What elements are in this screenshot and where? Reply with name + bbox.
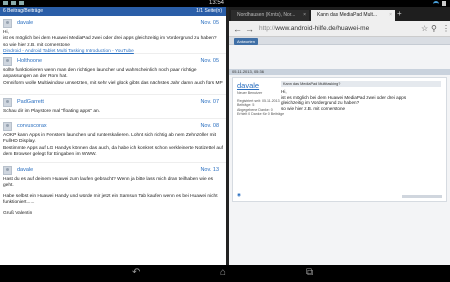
post-date: Nov. 08	[200, 123, 219, 129]
post-author[interactable]: PadGarrett	[17, 99, 44, 105]
forum-post[interactable]: Holthoone Nov. 05 sollte funktionieren w…	[0, 54, 226, 95]
post-count: 6 Beitrag/Beiträge	[3, 8, 44, 14]
post-actions[interactable]	[402, 195, 442, 198]
report-icon[interactable]: ◉	[237, 192, 241, 198]
forum-post[interactable]: corvuscorax Nov. 08 AOKP kann Apps in Fe…	[0, 119, 226, 163]
url-text: www.android-hilfe.de/huawei-me	[275, 25, 370, 32]
post-author[interactable]: Holthoone	[17, 58, 42, 64]
search-icon[interactable]: ⚲	[431, 23, 437, 35]
notification-icon	[11, 1, 16, 5]
post-date: Nov. 13	[200, 167, 219, 173]
avatar[interactable]	[3, 57, 12, 66]
post-date: Nov. 05	[200, 58, 219, 64]
recent-apps-icon[interactable]: ⧉	[306, 267, 313, 279]
post-date: Nov. 05	[200, 20, 219, 26]
post-line: sollte funktionieren wenn man den richti…	[3, 68, 197, 80]
post-date-strip: 05.11.2013, 05:36	[229, 69, 450, 75]
thread-header: 6 Beitrag/Beiträge 1/1 Seite(n)	[0, 7, 226, 16]
wifi-icon	[433, 1, 439, 6]
notification-icon	[3, 1, 8, 5]
tab-title: Kann das MediaPad Mult...	[317, 12, 378, 18]
forward-arrow-icon[interactable]: →	[245, 23, 254, 35]
post-body: Hast du es auf deinem Huawei zum laufen …	[3, 177, 223, 217]
notification-icons	[3, 0, 24, 5]
tab-title: Nordhausen (Krnts), Nor...	[237, 12, 296, 18]
avatar[interactable]	[3, 98, 12, 107]
url-field[interactable]: http://www.android-hilfe.de/huawei-me	[259, 24, 417, 34]
post-line: Omniform wolle Multiwindow umsetzten, mi…	[3, 80, 223, 86]
browser-pane[interactable]: Nordhausen (Krnts), Nor... × Kann das Me…	[229, 7, 450, 265]
post-line: AOKP kann Apps in Fenstern launchen und …	[3, 133, 216, 145]
system-icons	[433, 1, 446, 6]
post-body: sollte funktionieren wenn man den richti…	[3, 68, 223, 87]
star-icon[interactable]: ☆	[421, 23, 428, 35]
forum-post[interactable]: PadGarrett Nov. 07 Schau dir im Playstor…	[0, 95, 226, 119]
browser-tab-bar: Nordhausen (Krnts), Nor... × Kann das Me…	[229, 7, 450, 21]
forum-toolbar: Antworten	[229, 37, 450, 45]
browser-tab-active[interactable]: Kann das MediaPad Mult... ×	[311, 10, 395, 21]
new-tab-button[interactable]: +	[397, 9, 402, 18]
close-tab-icon[interactable]: ×	[303, 10, 306, 21]
avatar[interactable]	[3, 166, 12, 175]
status-bar: 13:54	[0, 0, 450, 7]
post-body: Hi, ist es möglich bei dem Huawei MediaP…	[3, 30, 223, 56]
avatar[interactable]	[3, 19, 12, 28]
post-title: Kann das MediaPad Multitasking?	[281, 81, 441, 87]
post-line: ist es möglich bei dem Huawei MediaPad z…	[3, 36, 217, 42]
notification-icon	[19, 1, 24, 5]
url-scheme: http://	[259, 25, 276, 32]
clock: 13:54	[209, 0, 225, 6]
post-line: so wie hier z.B. mit cornerstone	[281, 105, 346, 111]
post-line: Gruß Valentin	[3, 210, 33, 216]
post-author[interactable]: davale	[17, 20, 33, 26]
web-forum-post: davale Neuer Benutzer Registriert seit: …	[232, 77, 447, 202]
back-icon[interactable]: ↶	[132, 267, 140, 279]
page-info: 1/1 Seite(n)	[196, 8, 222, 14]
post-line: Schau dir im Playstore mal "floating app…	[3, 109, 100, 114]
close-tab-icon[interactable]: ×	[389, 10, 392, 21]
post-text: Hi, ist es möglich bei dem Huawei MediaP…	[281, 89, 446, 111]
address-bar: ← → http://www.android-hilfe.de/huawei-m…	[229, 21, 450, 37]
post-username[interactable]: davale	[237, 81, 259, 90]
post-line: Hast du es auf deinem Huawei zum laufen …	[3, 177, 214, 189]
home-icon[interactable]: ⌂	[220, 267, 226, 279]
user-info: Neuer Benutzer Registriert seit: 05.11.2…	[237, 91, 284, 117]
browser-tab[interactable]: Nordhausen (Krnts), Nor... ×	[231, 10, 309, 21]
post-line: Bestimmte Apps auf LG Handys können das …	[3, 145, 223, 158]
forum-post[interactable]: davale Nov. 13 Hast du es auf deinem Hua…	[0, 163, 226, 233]
forum-app-pane[interactable]: 6 Beitrag/Beiträge 1/1 Seite(n) davale N…	[0, 7, 226, 265]
tablet-screen: 13:54 6 Beitrag/Beiträge 1/1 Seite(n) da…	[0, 0, 450, 282]
post-author[interactable]: davale	[17, 167, 33, 173]
post-body: AOKP kann Apps in Fenstern launchen und …	[3, 133, 223, 159]
post-line: Habe selbst ein Huawei Handy und würde m…	[3, 193, 218, 206]
post-body: Schau dir im Playstore mal "floating app…	[3, 109, 223, 115]
menu-icon[interactable]: ⋮	[442, 23, 450, 35]
post-date: Nov. 07	[200, 99, 219, 105]
back-arrow-icon[interactable]: ←	[233, 23, 242, 35]
avatar[interactable]	[3, 122, 12, 131]
reply-button[interactable]: Antworten	[234, 38, 259, 45]
user-info-line: Erhielt 0 Danke für 0 Beiträge	[237, 112, 285, 117]
navigation-bar: ↶ ⌂ ⧉	[0, 265, 450, 282]
page-spacer	[229, 45, 450, 69]
post-author[interactable]: corvuscorax	[17, 123, 47, 129]
web-page[interactable]: Antworten 05.11.2013, 05:36 davale Neuer…	[229, 37, 450, 265]
battery-icon	[442, 1, 446, 6]
forum-post[interactable]: davale Nov. 05 Hi, ist es möglich bei de…	[0, 16, 226, 54]
